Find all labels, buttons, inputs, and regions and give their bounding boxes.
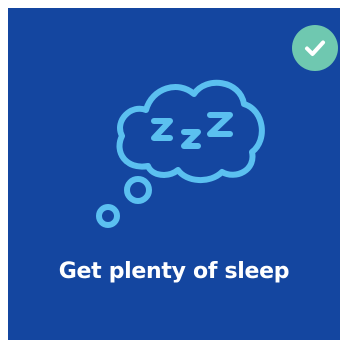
card-title: Get plenty of sleep xyxy=(58,259,290,284)
checkmark-icon xyxy=(305,40,325,56)
selected-check-badge xyxy=(292,25,338,71)
sleep-option-card[interactable]: Get plenty of sleep xyxy=(8,8,340,340)
sleep-thought-bubble-icon xyxy=(96,79,265,228)
